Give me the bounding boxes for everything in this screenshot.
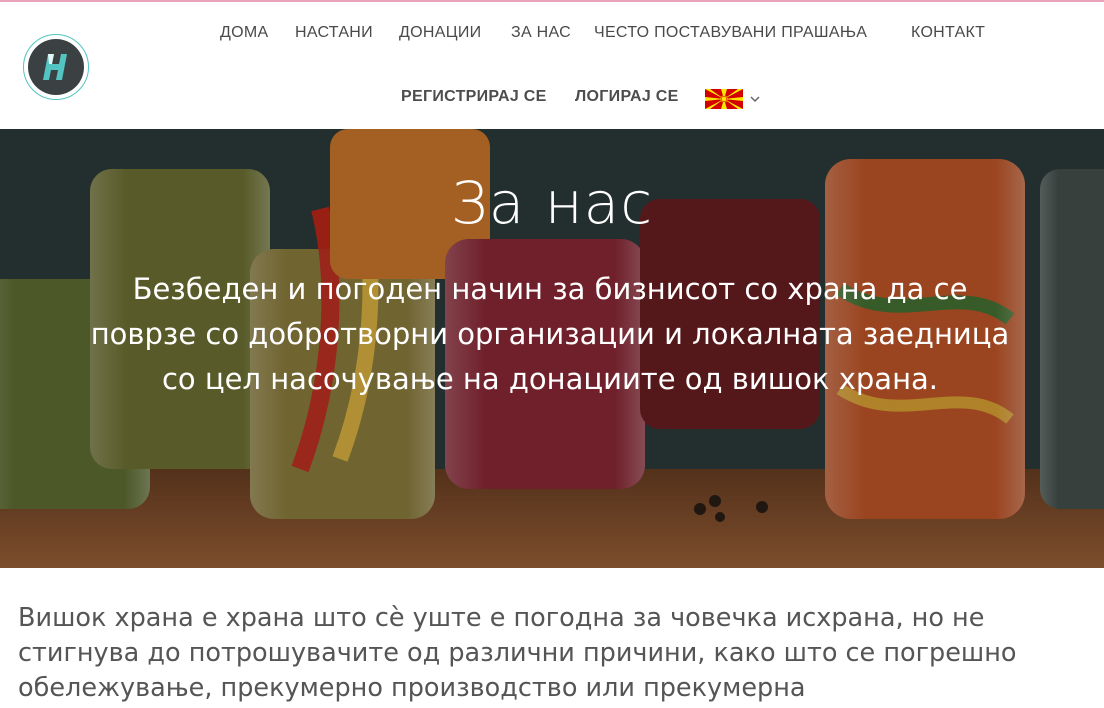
- language-selector[interactable]: [705, 89, 761, 109]
- auth-nav: РЕГИСТРИРАЈ СЕ ЛОГИРАЈ СЕ: [0, 88, 1104, 112]
- chevron-down-icon: [750, 96, 760, 103]
- register-link[interactable]: РЕГИСТРИРАЈ СЕ: [401, 88, 547, 106]
- flag-mk-icon: [705, 89, 743, 109]
- page-title: За нас: [450, 169, 654, 237]
- nav-events[interactable]: НАСТАНИ: [295, 24, 373, 42]
- nav-donations[interactable]: ДОНАЦИИ: [399, 24, 481, 42]
- nav-home[interactable]: ДОМА: [220, 24, 268, 42]
- main-nav: ДОМА НАСТАНИ ДОНАЦИИ ЗА НАС ЧЕСТО ПОСТАВ…: [0, 24, 1104, 48]
- site-header: ДОМА НАСТАНИ ДОНАЦИИ ЗА НАС ЧЕСТО ПОСТАВ…: [0, 2, 1104, 129]
- nav-faq[interactable]: ЧЕСТО ПОСТАВУВАНИ ПРАШАЊА: [594, 24, 867, 42]
- hero-banner: За нас Безбеден и погоден начин за бизни…: [0, 129, 1104, 568]
- nav-about[interactable]: ЗА НАС: [511, 24, 571, 42]
- nav-contact[interactable]: КОНТАКТ: [911, 24, 985, 42]
- hero-subtitle: Безбеден и погоден начин за бизнисот со …: [90, 272, 1010, 396]
- intro-paragraph: Вишок храна е храна што сѐ уште е погодн…: [18, 603, 1017, 703]
- login-link[interactable]: ЛОГИРАЈ СЕ: [575, 88, 679, 106]
